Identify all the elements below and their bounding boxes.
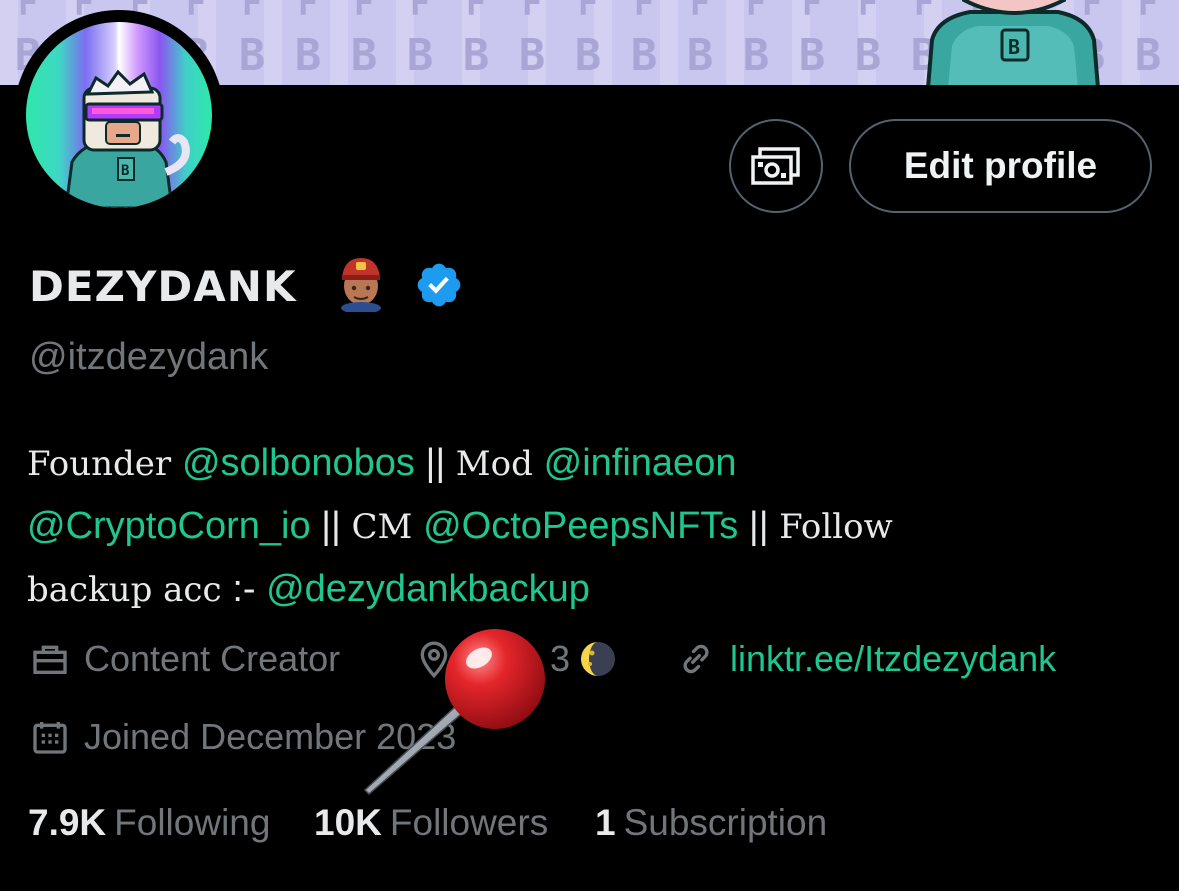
banner-glyph: F (801, 0, 823, 24)
banner-glyph: F (745, 0, 767, 24)
banner-glyph: F (17, 0, 39, 24)
bio-text: Follow (779, 507, 893, 547)
banner-glyph: B (294, 30, 322, 81)
banner-glyph: F (1137, 0, 1159, 24)
pixel-monkey-avatar: B (64, 69, 190, 208)
banner-glyph: F (465, 0, 487, 24)
bio-separator: || (738, 505, 780, 547)
banner-glyph: F (297, 0, 319, 24)
followers-label: Followers (389, 802, 549, 843)
banner-glyph: B (518, 30, 546, 81)
banner-glyph: B (574, 30, 602, 81)
banner-glyph: B (854, 30, 882, 81)
banner-glyph: F (353, 0, 375, 24)
category-text: Content Creator (84, 638, 341, 679)
followers-count: 10K (314, 802, 382, 843)
waxing-moon-emoji (581, 642, 616, 676)
bio-line: Founder @solbonobos || Mod @infinaeon (27, 432, 1147, 495)
profile-bio: Founder @solbonobos || Mod @infinaeon @C… (27, 432, 1147, 621)
banner-glyph: B (406, 30, 434, 81)
banner-character-illustration: B (926, 0, 1100, 85)
banner-glyph: B (350, 30, 378, 81)
verified-badge-icon (417, 263, 461, 307)
bio-line: @CryptoCorn_io || CM @OctoPeepsNFTs || F… (27, 495, 1147, 558)
red-pushpin-icon (363, 629, 545, 796)
bio-text: backup acc (27, 570, 233, 610)
banner-glyph: F (689, 0, 711, 24)
profile-category: Content Creator (30, 638, 340, 680)
bio-line: backup acc :- @dezydankbackup (27, 558, 1147, 621)
bio-separator: || (310, 505, 352, 547)
bio-mention-link[interactable]: @solbonobos (182, 442, 415, 484)
banner-glyph: F (633, 0, 655, 24)
subscriptions-stat[interactable]: 1 Subscription (595, 802, 827, 844)
person-with-cap-emoji (341, 258, 381, 312)
bio-text: Founder (27, 444, 182, 484)
bio-mention-link[interactable]: @CryptoCorn_io (27, 505, 311, 547)
banner-glyph: F (241, 0, 263, 24)
banner-glyph: F (577, 0, 599, 24)
calendar-icon (33, 722, 67, 754)
briefcase-icon (33, 645, 67, 674)
svg-text:B: B (1008, 35, 1020, 59)
bio-mention-link[interactable]: @OctoPeepsNFTs (423, 505, 738, 547)
profile-avatar[interactable]: B (14, 10, 224, 220)
banner-glyph: B (238, 30, 266, 81)
banner-glyph: B (742, 30, 770, 81)
banner-glyph: B (798, 30, 826, 81)
avatar-image: B (26, 22, 212, 208)
banner-glyph: F (521, 0, 543, 24)
website-link[interactable]: linktr.ee/Itzdezydank (730, 638, 1056, 680)
subscriptions-count: 1 (595, 802, 616, 843)
following-stat[interactable]: 7.9K Following (28, 802, 270, 844)
link-icon (683, 644, 709, 674)
banner-glyph: F (185, 0, 207, 24)
subscriptions-label: Subscription (623, 802, 828, 843)
banner-glyph: B (630, 30, 658, 81)
bio-mention-link[interactable]: @dezydankbackup (266, 568, 590, 610)
bio-text: CM (351, 507, 424, 547)
bio-mention-link[interactable]: @infinaeon (544, 442, 737, 484)
following-label: Following (114, 802, 271, 843)
profile-website[interactable]: linktr.ee/Itzdezydank (676, 638, 1056, 680)
svg-text:B: B (121, 163, 129, 179)
display-name: DEZYDANK (29, 262, 297, 311)
edit-profile-button[interactable]: Edit profile (849, 119, 1152, 213)
banner-glyph: B (686, 30, 714, 81)
banner-glyph: B (1134, 30, 1162, 81)
user-handle: @itzdezydank (29, 336, 269, 378)
profile-page: FFFFFFFFFFFFFFFFFFFFF BBBBBBBBBBBBBBBBBB… (0, 0, 1179, 891)
banner-glyph: B (462, 30, 490, 81)
banner-glyph: F (857, 0, 879, 24)
banner-glyph: F (409, 0, 431, 24)
bio-text: Mod (455, 444, 544, 484)
money-icon (751, 147, 800, 185)
bio-separator: || (414, 442, 456, 484)
tip-money-button[interactable] (729, 119, 823, 213)
followers-stat[interactable]: 10K Followers (314, 802, 548, 844)
following-count: 7.9K (28, 802, 107, 843)
bio-separator: :- (232, 568, 267, 610)
